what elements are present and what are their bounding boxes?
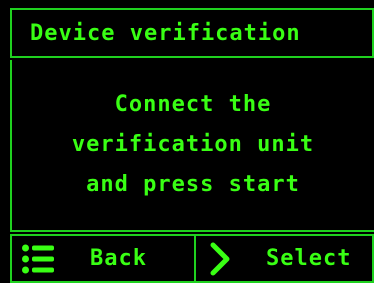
select-label: Select <box>266 246 352 271</box>
back-button[interactable]: Back <box>10 234 196 283</box>
message-line: verification unit <box>71 132 315 157</box>
menu-list-icon <box>22 244 54 274</box>
title-bar: Device verification <box>10 8 374 58</box>
message-panel: Connect the verification unit and press … <box>10 60 374 232</box>
device-screen: Device verification Connect the verifica… <box>0 0 374 283</box>
back-label: Back <box>90 246 147 271</box>
select-button[interactable]: Select <box>196 234 374 283</box>
chevron-right-icon <box>210 242 232 276</box>
message-line: and press start <box>86 172 300 197</box>
message-line: Connect the <box>114 92 272 117</box>
page-title: Device verification <box>30 20 301 46</box>
softkey-bar: Back Select <box>10 234 374 283</box>
